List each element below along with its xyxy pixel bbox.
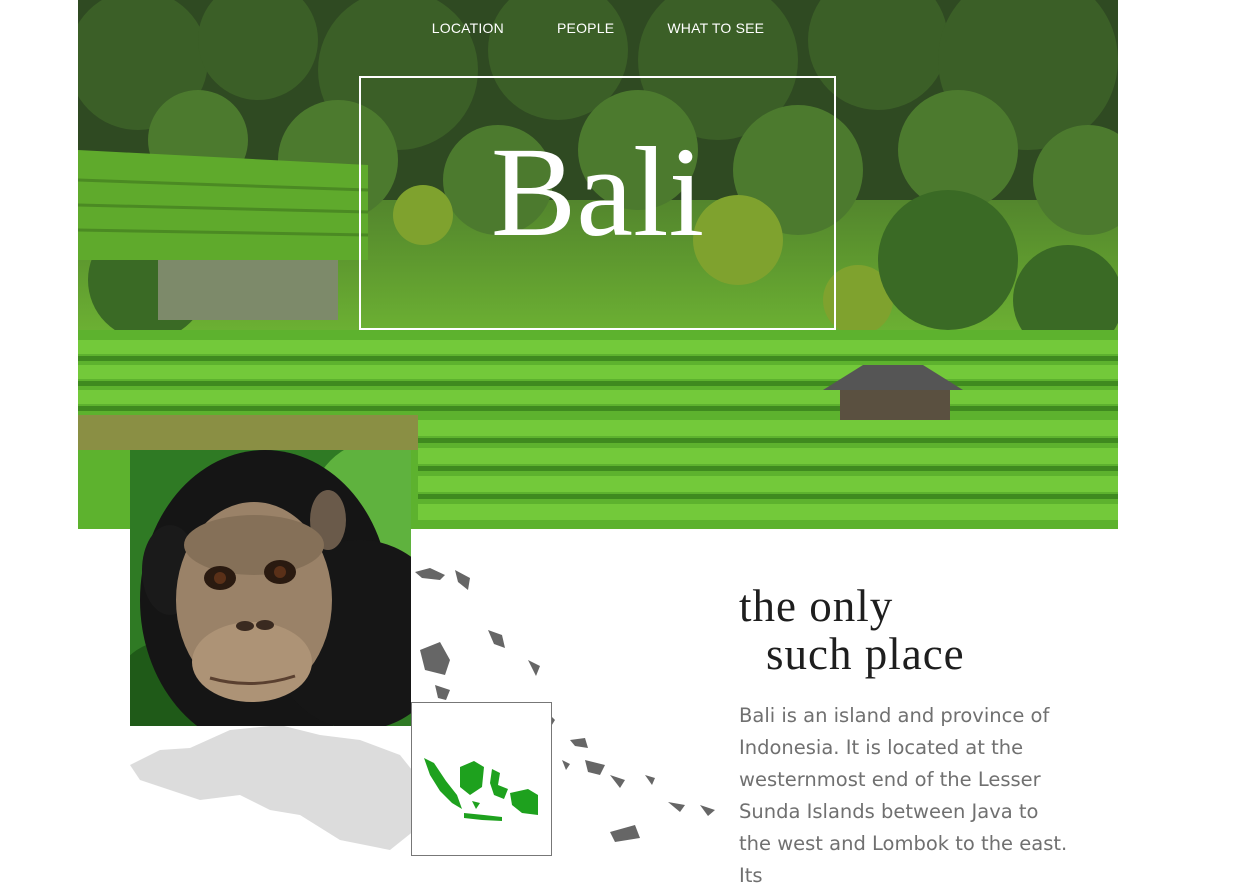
map-silhouette-light [130, 725, 420, 850]
section-heading-line1: the only [739, 581, 894, 631]
chimpanzee-photo [130, 450, 411, 726]
main-nav: LOCATION PEOPLE WHAT TO SEE [78, 18, 1118, 37]
nav-item-people[interactable]: PEOPLE [557, 20, 614, 36]
title-frame: Bali [359, 76, 836, 330]
section-heading-line2: such place [766, 629, 965, 679]
nav-item-what-to-see[interactable]: WHAT TO SEE [667, 20, 764, 36]
section-body-text: Bali is an island and province of Indone… [739, 704, 1068, 887]
hero-title: Bali [490, 121, 705, 263]
nav-item-location[interactable]: LOCATION [432, 20, 504, 36]
indonesia-inset-map [411, 702, 552, 856]
section-heading: the only such place [739, 582, 965, 678]
